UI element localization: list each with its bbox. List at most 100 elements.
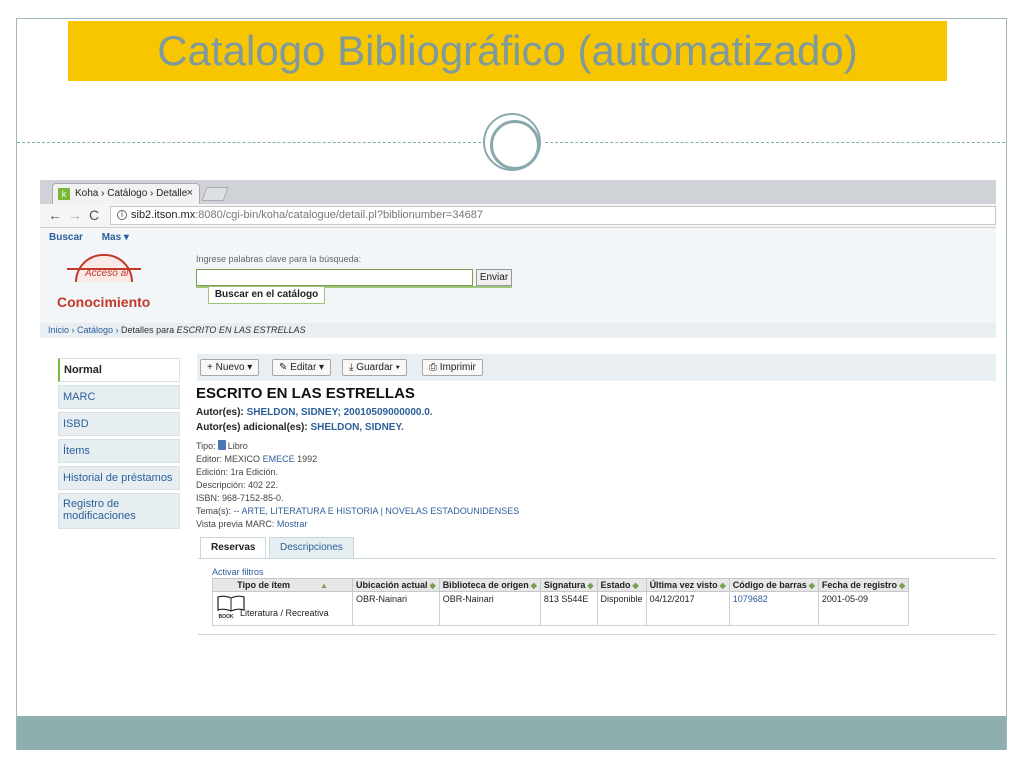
book-icon — [217, 440, 226, 450]
nav-marc[interactable]: MARC — [58, 385, 180, 409]
authors-link[interactable]: SHELDON, SIDNEY; 20010509000000.0. — [247, 407, 433, 418]
reload-icon[interactable]: C — [89, 207, 99, 223]
publisher-label: Editor: — [196, 454, 223, 464]
cell-home-library: OBR-Nainari — [438, 591, 541, 626]
record-additional-authors: Autor(es) adicional(es): SHELDON, SIDNEY… — [196, 422, 404, 433]
th-location[interactable]: Ubicación actual ◆ — [352, 578, 440, 592]
breadcrumb-details: Detalles para — [121, 325, 175, 335]
address-bar[interactable]: i sib2.itson.mx:8080/cgi-bin/koha/catalog… — [110, 206, 996, 225]
search-catalog-tab[interactable]: Buscar en el catálogo — [208, 287, 325, 304]
breadcrumb: Inicio › Catálogo › Detalles para ESCRIT… — [40, 323, 996, 338]
record-isbn: ISBN: 968-7152-85-0. — [196, 493, 284, 503]
slide: Catalogo Bibliográfico (automatizado) k … — [0, 0, 1024, 768]
cell-barcode[interactable]: 1079682 — [728, 591, 819, 626]
record-subjects: Tema(s): -- ARTE, LITERATURA E HISTORIA … — [196, 506, 519, 516]
search-label: Ingrese palabras clave para la búsqueda: — [196, 254, 362, 264]
cell-last-seen: 04/12/2017 — [645, 591, 730, 626]
item-type-value: Literatura / Recreativa — [240, 608, 329, 619]
tab-title: Koha › Catálogo › Detalle — [75, 188, 188, 199]
library-logo[interactable]: Acceso al Conocimiento — [55, 254, 155, 314]
nav-isbd[interactable]: ISBD — [58, 412, 180, 436]
tabs-divider — [198, 558, 996, 559]
tab-holds[interactable]: Reservas — [200, 537, 267, 559]
slide-title: Catalogo Bibliográfico (automatizado) — [157, 27, 858, 74]
book-label: BOOK — [218, 614, 234, 621]
th-item-type[interactable]: Tipo de ítem ▲ — [212, 578, 353, 592]
menu-search[interactable]: Buscar — [49, 232, 83, 243]
record-toolbar: + Nuevo ▾ ✎ Editar ▾ ⤓ Guardar ▾ ⎙ Impri… — [197, 354, 996, 381]
circle-ornament — [483, 113, 541, 171]
browser-tab[interactable]: k Koha › Catálogo › Detalle × — [52, 183, 200, 204]
marc-preview-link[interactable]: Mostrar — [277, 519, 308, 529]
record-title: ESCRITO EN LAS ESTRELLAS — [196, 385, 415, 402]
back-arrow-icon[interactable]: ← — [48, 207, 62, 223]
new-button[interactable]: + Nuevo ▾ — [200, 359, 260, 376]
panel-bottom-line — [198, 634, 996, 635]
address-row: ← → C i sib2.itson.mx:8080/cgi-bin/koha/c… — [40, 204, 996, 228]
type-label: Tipo: — [196, 441, 216, 451]
nav-modification-log[interactable]: Registro de modificaciones — [58, 493, 180, 529]
url-path: :8080/cgi-bin/koha/catalogue/detail.pl?b… — [195, 209, 483, 221]
url-host: sib2.itson.mx — [131, 209, 196, 221]
cell-item-type: BOOK Literatura / Recreativa — [212, 591, 353, 626]
browser-screenshot: k Koha › Catálogo › Detalle × ← → C i sib… — [40, 180, 996, 640]
marc-preview-label: Vista previa MARC: — [196, 519, 275, 529]
subjects-link[interactable]: -- ARTE, LITERATURA E HISTORIA | NOVELAS… — [234, 506, 520, 516]
browser-tabstrip: k Koha › Catálogo › Detalle × — [40, 180, 996, 204]
additional-authors-label: Autor(es) adicional(es): — [196, 422, 308, 433]
close-icon[interactable]: × — [187, 184, 193, 203]
nav-checkout-history[interactable]: Historial de préstamos — [58, 466, 180, 490]
breadcrumb-current: ESCRITO EN LAS ESTRELLAS — [176, 325, 306, 335]
search-input[interactable] — [196, 269, 473, 286]
table-row: BOOK Literatura / Recreativa OBR-Nainari… — [212, 591, 910, 626]
th-barcode[interactable]: Código de barras ◆ — [728, 578, 819, 592]
logo-big-text: Conocimiento — [57, 294, 151, 310]
menu-more[interactable]: Mas ▾ — [102, 232, 129, 243]
print-button[interactable]: ⎙ Imprimir — [422, 359, 483, 376]
divider-left — [17, 142, 481, 143]
th-date-accessioned[interactable]: Fecha de registro ◆ — [817, 578, 910, 592]
items-table: Tipo de ítem ▲ Ubicación actual ◆ Bibliote… — [212, 578, 910, 626]
divider-right — [545, 142, 1005, 143]
cell-call-number: 813 S544E — [539, 591, 598, 626]
tab-descriptions[interactable]: Descripciones — [269, 537, 354, 559]
publisher-link[interactable]: EMECE — [263, 454, 295, 464]
publisher-place: MEXICO — [224, 454, 261, 464]
koha-header: Buscar Mas ▾ Acceso al Conocimiento Ingr… — [40, 228, 996, 328]
record-edition: Edición: 1ra Edición. — [196, 467, 279, 477]
info-icon[interactable]: i — [117, 210, 127, 221]
edit-button[interactable]: ✎ Editar ▾ — [272, 359, 332, 376]
type-value: Libro — [227, 441, 248, 451]
new-tab-button[interactable] — [201, 187, 229, 201]
record-type: Tipo: Libro — [196, 440, 248, 451]
th-last-seen[interactable]: Última vez visto ◆ — [645, 578, 730, 592]
slide-title-bar: Catalogo Bibliográfico (automatizado) — [68, 21, 947, 81]
table-header-row: Tipo de ítem ▲ Ubicación actual ◆ Bibliote… — [212, 578, 910, 592]
nav-normal[interactable]: Normal — [58, 358, 180, 382]
nav-items[interactable]: Ítems — [58, 439, 180, 463]
forward-arrow-icon[interactable]: → — [68, 207, 82, 223]
th-call-number[interactable]: Signatura ◆ — [539, 578, 598, 592]
breadcrumb-home[interactable]: Inicio — [48, 325, 69, 335]
activate-filters-link[interactable]: Activar filtros — [212, 567, 264, 577]
record-marc-preview: Vista previa MARC: Mostrar — [196, 519, 307, 529]
publisher-year: 1992 — [297, 454, 318, 464]
cell-status: Disponible — [596, 591, 647, 626]
authors-label: Autor(es): — [196, 407, 244, 418]
record-nav: Normal MARC ISBD Ítems Historial de prés… — [58, 358, 180, 532]
save-button[interactable]: ⤓ Guardar ▾ — [342, 359, 407, 376]
cell-location: OBR-Nainari — [352, 591, 440, 626]
submit-search-button[interactable]: Enviar — [476, 269, 512, 286]
record-description: Descripción: 402 22. — [196, 480, 279, 490]
breadcrumb-catalog[interactable]: Catálogo — [77, 325, 113, 335]
slide-footer-bar — [17, 716, 1006, 750]
subjects-label: Tema(s): — [196, 506, 232, 516]
additional-authors-link[interactable]: SHELDON, SIDNEY. — [310, 422, 403, 433]
th-status[interactable]: Estado ◆ — [596, 578, 647, 592]
record-publisher: Editor: MEXICO EMECE 1992 — [196, 454, 317, 464]
logo-small-text: Acceso al — [85, 268, 129, 279]
cell-date-accessioned: 2001-05-09 — [817, 591, 910, 626]
th-home-library[interactable]: Biblioteca de origen ◆ — [438, 578, 541, 592]
top-menu: Buscar Mas ▾ — [49, 232, 145, 243]
record-authors: Autor(es): SHELDON, SIDNEY; 200105090000… — [196, 407, 433, 418]
